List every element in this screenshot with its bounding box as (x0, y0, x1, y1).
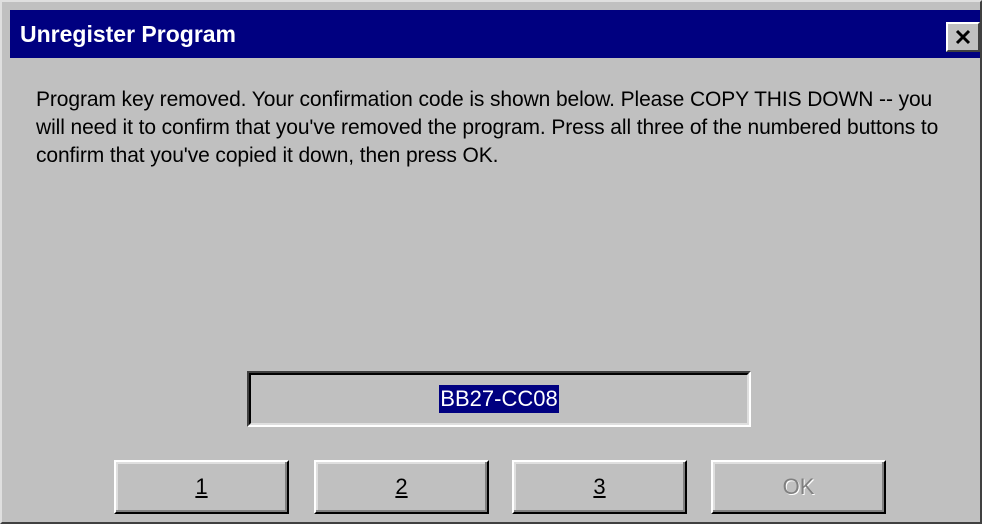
window-title: Unregister Program (20, 21, 237, 47)
confirmation-code-field[interactable]: BB27-CC08 (247, 371, 751, 427)
instruction-message: Program key removed. Your confirmation c… (36, 88, 939, 167)
button-3[interactable]: 3 (512, 460, 687, 514)
button-1[interactable]: 1 (114, 460, 289, 514)
close-button[interactable] (946, 22, 980, 52)
button-2[interactable]: 2 (314, 460, 489, 514)
ok-button[interactable]: OK (711, 460, 886, 514)
confirmation-code-value[interactable]: BB27-CC08 (439, 385, 559, 413)
button-1-label: 1 (195, 474, 208, 499)
title-bar: Unregister Program (10, 10, 980, 58)
button-3-label: 3 (593, 474, 606, 499)
confirmation-code-field-inner: BB27-CC08 (249, 373, 749, 425)
ok-button-label: OK (782, 474, 815, 499)
unregister-dialog: Unregister Program Program key removed. … (0, 0, 982, 524)
button-2-label: 2 (395, 474, 408, 499)
close-icon (955, 29, 971, 45)
